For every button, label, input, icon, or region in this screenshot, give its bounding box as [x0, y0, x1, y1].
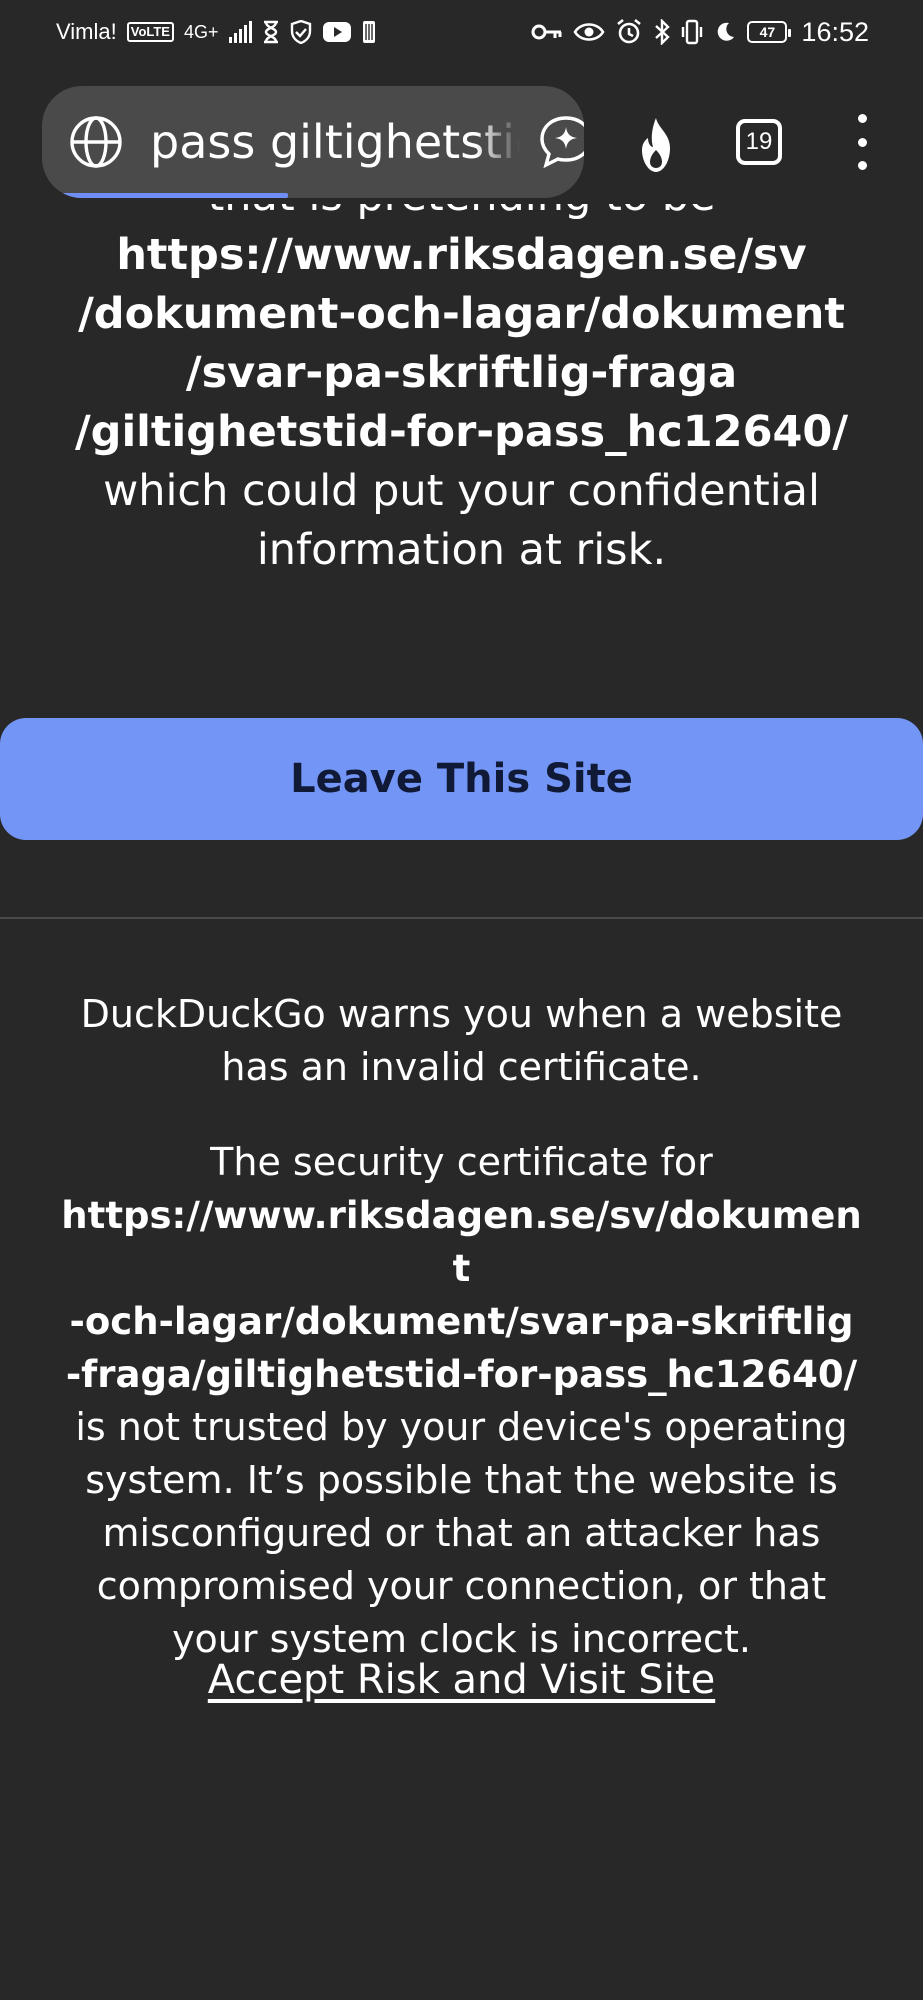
cert-url-line-3: -fraga/giltighetstid-for-pass_hc12640/: [65, 1353, 858, 1396]
warning-url-line-4: /giltighetstid-for-pass_hc12640/: [74, 407, 849, 457]
warning-risk-text: which could put your confidential inform…: [103, 466, 820, 575]
volte-badge: VoLTE: [126, 22, 174, 42]
tabs-icon[interactable]: 19: [736, 119, 782, 165]
cert-prefix: The security certificate for: [210, 1140, 713, 1184]
battery-icon: 47: [747, 21, 792, 43]
bluetooth-icon: [653, 19, 671, 45]
key-icon: [531, 22, 563, 42]
eye-icon: [573, 21, 605, 43]
loading-progress-bar: [60, 193, 288, 198]
globe-icon: [70, 116, 122, 168]
network-type: 4G+: [183, 21, 219, 42]
warning-url-line-1: https://www.riksdagen.se/sv: [116, 230, 807, 280]
warning-url-line-2: /dokument-och-lagar/dokument: [78, 289, 845, 339]
warning-partial-line: that is pretending to be: [60, 204, 863, 226]
certificate-explanation: The security certificate for https://www…: [60, 1136, 863, 1666]
accept-risk-link[interactable]: Accept Risk and Visit Site: [160, 1652, 763, 1708]
hourglass-icon: [262, 20, 280, 44]
shield-icon: [290, 20, 312, 44]
ddg-warning-intro: DuckDuckGo warns you when a website has …: [80, 992, 843, 1089]
status-bar-right: 47 16:52: [531, 17, 869, 48]
address-bar[interactable]: pass giltighetstid: [42, 86, 584, 198]
warning-url-line-3: /svar-pa-skriftlig-fraga: [185, 348, 738, 398]
browser-toolbar: pass giltighetstid 19: [0, 64, 923, 204]
fire-icon[interactable]: [628, 116, 684, 176]
alarm-icon: [615, 18, 643, 46]
clock: 16:52: [801, 16, 869, 47]
leave-site-button[interactable]: Leave This Site: [0, 718, 923, 840]
storage-icon: [362, 20, 376, 44]
more-vert-icon[interactable]: [848, 114, 876, 170]
warning-message: that is pretending to be https://www.rik…: [60, 204, 863, 580]
vibrate-icon: [681, 19, 703, 45]
status-bar: Vimla! VoLTE 4G+ 47 16:52: [0, 0, 923, 64]
cert-url-line-1: https://www.riksdagen.se/sv/dokument: [61, 1194, 862, 1290]
url-text[interactable]: pass giltighetstid: [150, 86, 520, 198]
chat-sparkle-icon[interactable]: [538, 114, 584, 170]
divider: [0, 917, 923, 919]
error-page: Vimla! VoLTE 4G+ 47 16:52 pass giltighet…: [0, 0, 923, 2000]
tab-count: 19: [745, 128, 773, 155]
moon-icon: [713, 20, 737, 44]
cert-suffix: is not trusted by your device's operatin…: [75, 1405, 848, 1661]
carrier-name: Vimla!: [56, 19, 117, 44]
youtube-icon: [322, 21, 352, 43]
status-bar-left: Vimla! VoLTE 4G+: [56, 19, 376, 45]
cert-url-line-2: -och-lagar/dokument/svar-pa-skriftlig: [69, 1300, 854, 1343]
signal-icon: [228, 21, 252, 43]
